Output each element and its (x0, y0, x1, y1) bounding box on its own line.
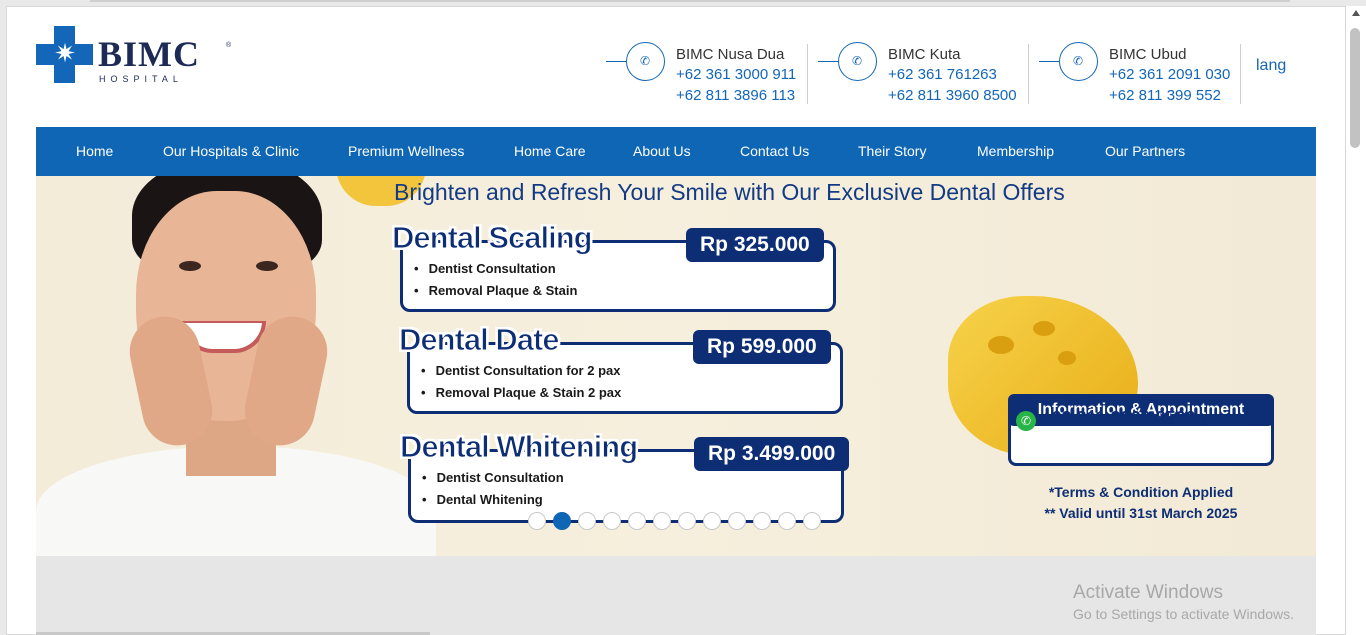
phone-link[interactable]: +62 811 399 552 (1109, 87, 1221, 104)
phone-link[interactable]: +62 811 3896 113 (676, 87, 795, 104)
whatsapp-icon: ✆ (1016, 411, 1036, 431)
slider-dot-2[interactable] (553, 512, 571, 530)
offer-price: Rp 3.499.000 (694, 437, 850, 471)
nav-item-their-story[interactable]: Their Story (858, 143, 926, 159)
scroll-up-icon[interactable] (1352, 10, 1360, 16)
smiling-woman-image (36, 176, 436, 556)
hospital-name: BIMC Kuta (888, 46, 961, 63)
activate-title: Activate Windows (1073, 582, 1223, 603)
slider-dot-10[interactable] (753, 512, 771, 530)
slider-dot-7[interactable] (678, 512, 696, 530)
language-label: lang (1256, 57, 1287, 74)
slider-dot-6[interactable] (653, 512, 671, 530)
page-scrollbar[interactable] (1346, 6, 1366, 635)
language-selector[interactable]: lang (1256, 57, 1286, 75)
phone-link[interactable]: +62 361 761263 (888, 66, 997, 83)
offer-item: Removal Plaque & Stain 2 pax (421, 382, 622, 404)
slider-dot-5[interactable] (628, 512, 646, 530)
nav-item-our-partners[interactable]: Our Partners (1105, 143, 1185, 159)
slider-dot-9[interactable] (728, 512, 746, 530)
offer-item: Dentist Consultation (414, 258, 577, 280)
hospital-name: BIMC Ubud (1109, 46, 1187, 63)
text-only-note: (Text Only) (1203, 414, 1260, 426)
logo-brand-text: BIMC (98, 34, 200, 74)
terms-note: *Terms & Condition Applied ** Valid unti… (1008, 482, 1274, 524)
slider-dot-3[interactable] (578, 512, 596, 530)
slider-dot-1[interactable] (528, 512, 546, 530)
top-strip (90, 0, 1290, 2)
phone-link[interactable]: +62 361 2091 030 (1109, 66, 1230, 83)
main-navigation: Home Our Hospitals & Clinic Premium Well… (36, 127, 1316, 176)
offer-title: Dental Scaling (392, 220, 594, 256)
nav-item-membership[interactable]: Membership (977, 143, 1054, 159)
hospital-name: BIMC Nusa Dua (676, 46, 785, 63)
activate-subtitle: Go to Settings to activate Windows. (1073, 606, 1294, 622)
offer-price: Rp 325.000 (686, 228, 824, 262)
phone-icon: ✆ (838, 42, 877, 81)
slider-dot-12[interactable] (803, 512, 821, 530)
phone-icon: ✆ (626, 42, 665, 81)
slider-dot-11[interactable] (778, 512, 796, 530)
nav-item-home-care[interactable]: Home Care (514, 143, 586, 159)
offer-item: Dentist Consultation for 2 pax (421, 360, 621, 382)
registered-mark: ® (226, 42, 232, 49)
terms-text: *Terms & Condition Applied (1048, 484, 1234, 500)
offer-item: Removal Plaque & Stain (414, 280, 578, 302)
hero-headline: Brighten and Refresh Your Smile with Our… (394, 179, 1065, 205)
phone-icon: ✆ (1059, 42, 1098, 81)
offer-item: Dental Whitening (422, 489, 564, 511)
nav-item-about-us[interactable]: About Us (633, 143, 691, 159)
divider (1240, 44, 1241, 104)
nav-item-hospitals-clinic[interactable]: Our Hospitals & Clinic (163, 143, 299, 159)
nav-item-premium-wellness[interactable]: Premium Wellness (348, 143, 464, 159)
offer-title: Dental Date (399, 322, 561, 358)
whatsapp-phone[interactable]: +62 811 3960 8500 (1041, 408, 1196, 429)
offer-item: Dentist Consultation (422, 467, 564, 489)
phone-link[interactable]: +62 361 3000 911 (676, 66, 796, 83)
slider-dot-4[interactable] (603, 512, 621, 530)
offer-title: Dental Whitening (399, 429, 638, 465)
offer-price: Rp 599.000 (693, 330, 831, 364)
phone-link[interactable]: +62 811 3960 8500 (888, 87, 1017, 104)
divider (807, 44, 808, 104)
valid-until-text: ** Valid until 31st March 2025 (1044, 505, 1238, 521)
divider (1028, 44, 1029, 104)
information-appointment-box: Information & Appointment ✆ +62 811 3960… (1008, 394, 1274, 466)
scrollbar-thumb[interactable] (1350, 28, 1360, 148)
cross-logo-icon: ✷ (36, 26, 93, 83)
slider-dot-8[interactable] (703, 512, 721, 530)
nav-item-home[interactable]: Home (76, 143, 113, 159)
bimc-logo[interactable]: ✷ BIMC ® HOSPITAL (36, 26, 231, 86)
logo-subtitle: HOSPITAL (99, 74, 183, 84)
activate-windows-watermark: Activate Windows Go to Settings to activ… (1073, 582, 1294, 622)
nav-item-contact-us[interactable]: Contact Us (740, 143, 809, 159)
hero-banner[interactable]: Brighten and Refresh Your Smile with Our… (36, 176, 1316, 556)
